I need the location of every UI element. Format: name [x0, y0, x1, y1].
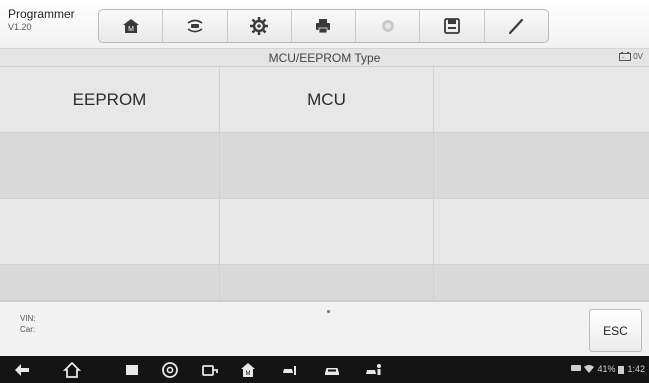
message-icon — [571, 365, 582, 371]
recents-icon — [126, 365, 138, 375]
printer-icon — [316, 19, 331, 34]
car-icon — [325, 368, 339, 375]
print-button[interactable] — [292, 10, 357, 42]
vehicle-swap-button[interactable] — [163, 10, 228, 42]
vci-button[interactable] — [200, 360, 220, 380]
svg-text:+ -: + - — [622, 55, 627, 60]
grid-cell[interactable] — [0, 265, 220, 301]
home-icon: M — [122, 19, 139, 33]
toolbar-buttons: M — [98, 9, 549, 43]
help-button[interactable] — [356, 10, 421, 42]
app-name: Programmer — [8, 7, 75, 21]
car-person-button[interactable] — [364, 360, 384, 380]
voltage-value: 0V — [633, 52, 643, 61]
car-button[interactable] — [322, 360, 342, 380]
maxisys-button[interactable]: M — [238, 360, 258, 380]
voltage-indicator: + - 0V — [619, 52, 643, 61]
type-selection-grid: EEPROM MCU — [0, 67, 649, 301]
grid-cell[interactable] — [220, 133, 434, 199]
car-label: Car: — [20, 325, 36, 334]
esc-button[interactable]: ESC — [589, 309, 642, 352]
app-version: V1.20 — [8, 22, 32, 32]
back-button[interactable] — [12, 360, 32, 380]
vci-icon — [202, 365, 218, 376]
vehicle-swap-icon — [187, 19, 203, 33]
grid-cell-mcu[interactable]: MCU — [220, 67, 434, 133]
page-indicator-dot — [327, 310, 330, 313]
maxisys-icon: M — [241, 363, 255, 377]
title-bar: MCU/EEPROM Type + - 0V — [0, 49, 649, 67]
vehicle-info-footer: VIN: Car: ESC — [0, 301, 649, 357]
help-icon — [381, 20, 394, 32]
top-toolbar: Programmer V1.20 M — [0, 0, 649, 49]
system-nav-bar: M 41% 1:42 — [0, 356, 649, 383]
car-person-icon — [366, 364, 381, 375]
pen-icon — [509, 18, 524, 35]
vin-label: VIN: — [20, 314, 36, 323]
gear-icon — [250, 17, 269, 35]
battery-status-icon — [618, 365, 625, 374]
home-button[interactable]: M — [99, 10, 164, 42]
status-area: 41% 1:42 — [571, 364, 645, 374]
clock: 1:42 — [627, 364, 645, 374]
grid-cell[interactable] — [434, 199, 649, 265]
svg-text:M: M — [246, 371, 251, 377]
page-title: MCU/EEPROM Type — [268, 51, 381, 65]
grid-cell[interactable] — [0, 199, 220, 265]
svg-text:M: M — [128, 26, 134, 33]
car-service-icon — [283, 366, 296, 375]
recents-button[interactable] — [122, 360, 142, 380]
grid-cell[interactable] — [434, 265, 649, 301]
back-icon — [15, 364, 29, 376]
grid-cell[interactable] — [220, 265, 434, 301]
chrome-icon — [162, 362, 178, 378]
settings-button[interactable] — [228, 10, 292, 42]
battery-icon: + - — [619, 52, 632, 61]
save-icon — [444, 18, 460, 34]
grid-cell[interactable] — [0, 133, 220, 199]
browser-button[interactable] — [160, 360, 180, 380]
grid-cell-eeprom[interactable]: EEPROM — [0, 67, 220, 133]
edit-button[interactable] — [485, 10, 548, 42]
grid-cell[interactable] — [434, 67, 649, 133]
car-service-button[interactable] — [280, 360, 300, 380]
grid-cell[interactable] — [220, 199, 434, 265]
grid-cell[interactable] — [434, 133, 649, 199]
home-nav-button[interactable] — [62, 360, 82, 380]
save-button[interactable] — [420, 10, 485, 42]
home-icon — [63, 361, 81, 378]
wifi-icon — [584, 365, 595, 373]
battery-percent: 41% — [597, 364, 616, 374]
